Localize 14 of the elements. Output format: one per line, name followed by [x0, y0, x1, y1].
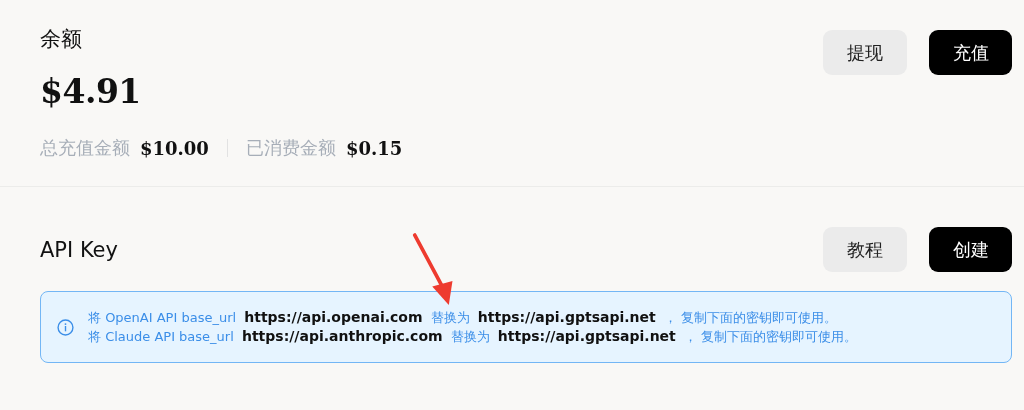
balance-amount: $4.91: [40, 71, 142, 113]
stat-value: $10.00: [140, 137, 209, 159]
stat-label: 已消费金额: [245, 136, 336, 160]
action-button[interactable]: 创建: [929, 227, 1012, 272]
info-text: 将 OpenAI API base_url https://api.openai.com 替换为 https://api.gptsapi.net ， 复制下面的密钥即可使用。: [88, 308, 838, 327]
section-title: API Key: [40, 236, 118, 264]
action-button[interactable]: 提现: [823, 30, 907, 75]
info-text: 将 Claude API base_url https://api.anthropic.com 替换为 https://api.gptsapi.net ， 复制下面的密钥即可使用。: [88, 327, 858, 346]
section-title: 余额: [40, 26, 83, 53]
stat-value: $0.15: [345, 137, 403, 159]
info-icon: [57, 318, 74, 336]
action-button[interactable]: 充值: [929, 30, 1012, 75]
stat-label: 总充值金额: [40, 136, 130, 160]
action-button[interactable]: 教程: [823, 227, 907, 272]
